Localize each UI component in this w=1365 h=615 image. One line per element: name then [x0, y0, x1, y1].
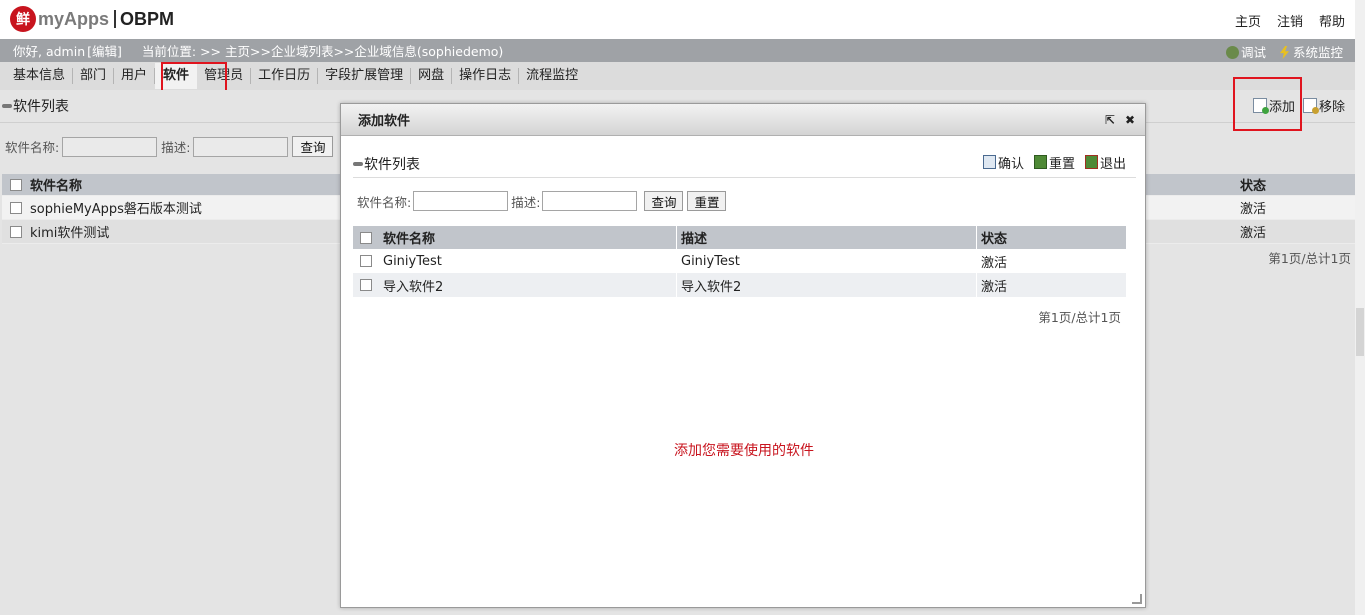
- highlight-box-add-button: [1233, 77, 1302, 131]
- row-status: 激活: [1240, 202, 1267, 217]
- column-description: 描述: [677, 226, 977, 249]
- logo-subtitle: OBPM: [120, 8, 175, 29]
- top-header: 鲜 myApps OBPM 主页 注销 帮助: [0, 0, 1355, 39]
- remove-button[interactable]: 移除: [1302, 96, 1345, 115]
- exit-button[interactable]: 退出: [1084, 153, 1126, 172]
- row-status: 激活: [981, 255, 1008, 271]
- select-all-checkbox[interactable]: [10, 178, 22, 191]
- desc-search-label: 描述:: [511, 194, 541, 210]
- desc-search-label: 描述:: [161, 140, 191, 155]
- dialog-list-header: 软件列表 确认 重置 退出: [353, 150, 1136, 178]
- remove-document-icon: [1302, 98, 1319, 114]
- exit-icon: [1084, 155, 1098, 169]
- row-name: 导入软件2: [379, 273, 677, 297]
- dialog-search-row: 软件名称: 描述: 查询 重置: [357, 191, 727, 211]
- confirm-label: 确认: [997, 156, 1024, 172]
- logo-divider: [114, 10, 117, 28]
- help-link[interactable]: 帮助: [1319, 11, 1345, 30]
- row-status: 激活: [1240, 226, 1267, 241]
- lightning-icon: [1279, 46, 1290, 59]
- row-status: 激活: [981, 279, 1008, 295]
- scrollbar-thumb[interactable]: [1356, 308, 1364, 356]
- dialog-list-title: 软件列表: [364, 156, 420, 173]
- row-checkbox[interactable]: [10, 201, 22, 214]
- logo-mark-icon: 鲜: [10, 6, 36, 32]
- app-logo: 鲜 myApps OBPM: [10, 5, 174, 33]
- confirm-button[interactable]: 确认: [982, 153, 1024, 172]
- resize-grip-icon[interactable]: [1132, 594, 1142, 604]
- greeting-text: 你好, admin: [13, 44, 86, 59]
- main-pager: 第1页/总计1页: [1268, 251, 1351, 266]
- dialog-actions: 确认 重置 退出: [982, 150, 1126, 174]
- row-description: GiniyTest: [677, 249, 977, 273]
- column-status: 状态: [981, 232, 1008, 247]
- popout-icon[interactable]: ⇱: [1105, 113, 1115, 127]
- add-software-dialog: 添加软件 ⇱ ✖ 软件列表 确认 重置 退出 软件名称: 描述: 查询 重置 软…: [340, 103, 1146, 608]
- dialog-software-table: 软件名称 描述 状态 GiniyTest GiniyTest 激活 导入软件2 …: [353, 226, 1126, 297]
- tab-netdisk[interactable]: 网盘: [411, 68, 453, 84]
- dialog-pager: 第1页/总计1页: [1038, 310, 1121, 325]
- dialog-desc-input[interactable]: [542, 191, 638, 211]
- dialog-hint: 添加您需要使用的软件: [674, 443, 814, 459]
- top-links: 主页 注销 帮助: [1235, 11, 1345, 30]
- dialog-header: 添加软件 ⇱ ✖: [341, 104, 1145, 136]
- row-checkbox[interactable]: [360, 255, 372, 267]
- breadcrumb: 当前位置: >> 主页>>企业域列表>>企业域信息(sophiedemo): [141, 44, 504, 59]
- name-search-label: 软件名称:: [5, 140, 60, 155]
- section-title: 软件列表: [2, 96, 69, 116]
- logout-link[interactable]: 注销: [1277, 11, 1303, 30]
- dialog-name-input[interactable]: [413, 191, 509, 211]
- column-status: 状态: [1240, 179, 1267, 194]
- debug-label: 调试: [1240, 45, 1266, 60]
- name-search-label: 软件名称:: [357, 194, 412, 210]
- tab-basic-info[interactable]: 基本信息: [6, 68, 74, 84]
- exit-label: 退出: [1099, 156, 1126, 172]
- dialog-reset-button[interactable]: 重置: [687, 191, 727, 211]
- dialog-query-button[interactable]: 查询: [644, 191, 684, 211]
- logo-text: myApps: [38, 8, 110, 29]
- name-search-input[interactable]: [62, 136, 158, 157]
- table-row[interactable]: 导入软件2 导入软件2 激活: [353, 273, 1126, 297]
- remove-label: 移除: [1318, 100, 1345, 115]
- monitor-label: 系统监控: [1292, 45, 1343, 60]
- edit-profile-link[interactable]: [编辑]: [87, 41, 122, 60]
- tab-field-extension[interactable]: 字段扩展管理: [318, 68, 412, 84]
- tab-users[interactable]: 用户: [114, 68, 156, 84]
- dialog-title: 添加软件: [358, 114, 411, 129]
- reset-icon: [1033, 155, 1047, 169]
- row-description: 导入软件2: [677, 273, 977, 297]
- main-search-row: 软件名称: 描述: 查询: [5, 136, 334, 157]
- row-checkbox[interactable]: [360, 279, 372, 291]
- debug-link[interactable]: 调试: [1225, 42, 1266, 61]
- system-monitor-link[interactable]: 系统监控: [1278, 42, 1343, 61]
- save-icon: [982, 155, 996, 169]
- column-name: 软件名称: [379, 226, 677, 249]
- table-row[interactable]: GiniyTest GiniyTest 激活: [353, 249, 1126, 273]
- info-bar: 你好, admin [编辑] 当前位置: >> 主页>>企业域列表>>企业域信息…: [0, 39, 1355, 62]
- select-all-checkbox[interactable]: [360, 231, 372, 244]
- gear-icon: [1225, 46, 1239, 59]
- tab-work-calendar[interactable]: 工作日历: [251, 68, 319, 84]
- table-header: 软件名称 描述 状态: [353, 226, 1126, 249]
- tab-operation-log[interactable]: 操作日志: [452, 68, 520, 84]
- reset-button[interactable]: 重置: [1033, 153, 1075, 172]
- query-button[interactable]: 查询: [292, 136, 334, 157]
- tab-department[interactable]: 部门: [73, 68, 115, 84]
- close-icon[interactable]: ✖: [1125, 113, 1135, 127]
- pencil-icon: [2, 104, 12, 108]
- row-name: GiniyTest: [379, 249, 677, 273]
- page-scrollbar[interactable]: [1355, 0, 1365, 615]
- home-link[interactable]: 主页: [1235, 11, 1261, 30]
- reset-label: 重置: [1048, 156, 1075, 172]
- tab-flow-monitor[interactable]: 流程监控: [519, 68, 585, 84]
- desc-search-input[interactable]: [193, 136, 289, 157]
- pencil-icon: [353, 161, 363, 166]
- row-checkbox[interactable]: [10, 225, 22, 238]
- section-title-text: 软件列表: [13, 99, 69, 115]
